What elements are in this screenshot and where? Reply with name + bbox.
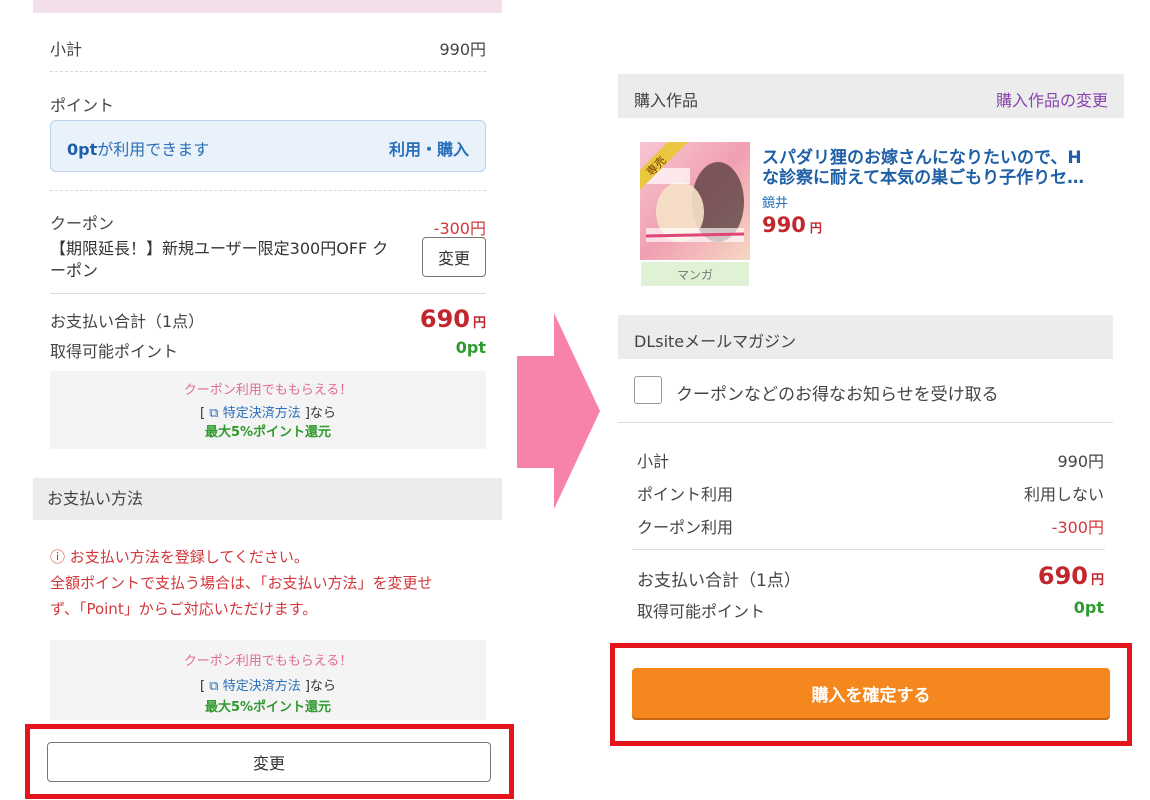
earnable-value: 0pt: [455, 338, 486, 357]
summary-subtotal-label: 小計: [637, 452, 670, 471]
payment-warning: ⓘ お支払い方法を登録してください。 全額ポイントで支払う場合は、「お支払い方法…: [50, 548, 433, 618]
promo-line3: 最大5%ポイント還元: [204, 425, 332, 440]
subtotal-label: 小計: [50, 40, 83, 59]
summary-total-value: 690 円: [1037, 562, 1104, 590]
arrow-right-icon: [517, 356, 554, 468]
promo-box: クーポン利用でももらえる！ [ ⧉ 特定決済方法 ]なら 最大5%ポイント還元: [50, 371, 486, 449]
points-available-text: 0ptが利用できます: [67, 140, 210, 159]
product-title[interactable]: スパダリ狸のお嫁さんになりたいので、Hな診察に耐えて本気の巣ごもり子作りセ…: [762, 148, 1092, 188]
arrow-right-head: [554, 313, 600, 509]
summary-subtotal-value: 990円: [1057, 452, 1104, 471]
total-label: お支払い合計（1点）: [50, 312, 205, 331]
mail-magazine-header: DLsiteメールマガジン: [618, 315, 1113, 359]
payment-method-link[interactable]: ⧉ 特定決済方法: [209, 406, 300, 421]
divider: [50, 293, 486, 294]
divider: [618, 422, 1113, 423]
coupon-change-button[interactable]: 変更: [422, 237, 486, 277]
mail-opt-in-label[interactable]: クーポンなどのお得なお知らせを受け取る: [676, 380, 999, 405]
mail-opt-in-checkbox[interactable]: [634, 376, 662, 404]
purchase-header-title: 購入作品: [634, 91, 699, 110]
summary-coupon-value: -300円: [1051, 518, 1104, 537]
divider: [50, 190, 486, 191]
coupon-discount: -300円: [433, 219, 486, 238]
promo-line1: クーポン利用でももらえる！: [183, 383, 353, 398]
payment-method-link[interactable]: ⧉ 特定決済方法: [209, 679, 300, 694]
promo-line1: クーポン利用でももらえる！: [183, 654, 353, 669]
manga-cover-image: 専売: [640, 142, 750, 260]
summary-point-use-label: ポイント利用: [637, 485, 734, 504]
points-label: ポイント: [50, 96, 115, 115]
external-window-icon: ⧉: [209, 406, 219, 421]
product-author[interactable]: 鏡井: [762, 192, 788, 211]
coupon-name: 【期限延長！】新規ユーザー限定300円OFF クーポン: [50, 239, 389, 280]
summary-coupon-label: クーポン利用: [637, 518, 734, 537]
summary-point-use-value: 利用しない: [1023, 485, 1104, 504]
earnable-label: 取得可能ポイント: [50, 342, 179, 361]
subtotal-value: 990円: [439, 40, 486, 59]
promo-line2: [ ⧉ 特定決済方法 ]なら: [200, 406, 336, 421]
points-use-purchase-link[interactable]: 利用・購入: [389, 136, 469, 160]
product-price: 990 円: [762, 213, 822, 237]
purchase-header: 購入作品 購入作品の変更: [618, 74, 1124, 118]
promo-line3: 最大5%ポイント還元: [204, 700, 332, 715]
summary-earnable-label: 取得可能ポイント: [637, 602, 766, 621]
promo-box-2: クーポン利用でももらえる！ [ ⧉ 特定決済方法 ]なら 最大5%ポイント還元: [50, 640, 486, 720]
product-thumbnail[interactable]: 専売: [640, 142, 750, 260]
divider: [632, 549, 1105, 550]
coupon-label: クーポン: [50, 214, 115, 233]
payment-change-button[interactable]: 変更: [47, 742, 491, 782]
alert-icon: ⓘ: [50, 548, 66, 566]
top-band: [33, 0, 502, 13]
total-value: 690 円: [419, 305, 486, 333]
external-window-icon: ⧉: [209, 679, 219, 694]
product-tag: マンガ: [641, 262, 749, 286]
promo-line2: [ ⧉ 特定決済方法 ]なら: [200, 679, 336, 694]
payment-method-header: お支払い方法: [33, 478, 502, 520]
confirm-purchase-button[interactable]: 購入を確定する: [632, 668, 1110, 718]
purchase-change-link[interactable]: 購入作品の変更: [996, 87, 1108, 111]
summary-total-label: お支払い合計（1点）: [637, 571, 801, 591]
left-panel: 小計 990円 ポイント 0ptが利用できます 利用・購入 クーポン -300円…: [33, 0, 502, 800]
summary-earnable-value: 0pt: [1073, 598, 1104, 617]
divider: [50, 71, 486, 72]
points-box[interactable]: 0ptが利用できます 利用・購入: [50, 120, 486, 172]
